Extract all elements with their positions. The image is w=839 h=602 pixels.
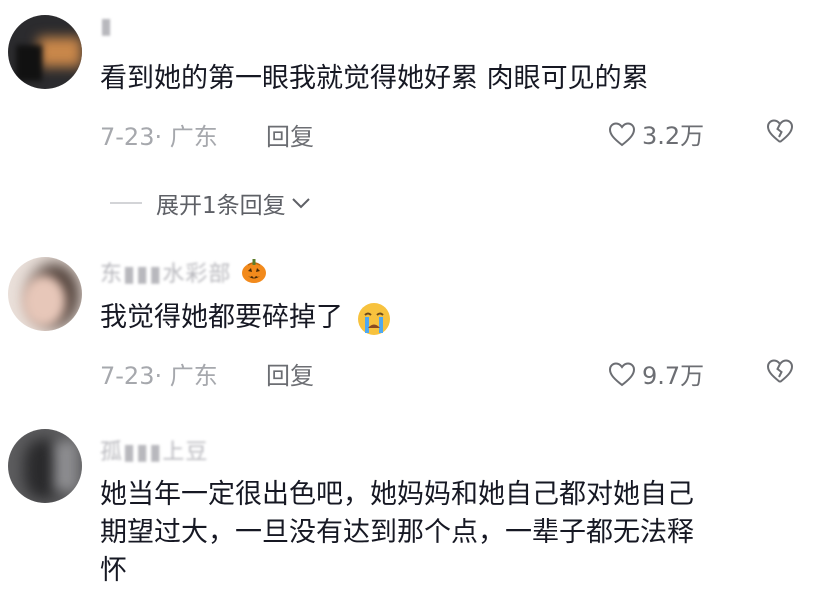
username[interactable]: 东▮▮▮水彩部 xyxy=(100,256,231,288)
heart-outline-icon xyxy=(608,121,636,146)
divider-line xyxy=(110,202,142,204)
username[interactable]: 孤▮▮▮上豆 xyxy=(100,434,208,466)
like-button[interactable]: 3.2万 xyxy=(608,116,704,151)
like-count: 9.7万 xyxy=(642,362,705,390)
comment-text-line: 期望过大，一旦没有达到那个点，一辈子都无法释 xyxy=(100,517,694,548)
comment-text-body: 我觉得她都要碎掉了 xyxy=(100,302,343,333)
username-text: 东▮▮▮水彩部 xyxy=(100,262,232,287)
like-button[interactable]: 9.7万 xyxy=(608,356,704,391)
like-count: 3.2万 xyxy=(642,122,705,150)
comment-text: 看到她的第一眼我就觉得她好累 肉眼可见的累 xyxy=(100,63,649,94)
comment-text: 她当年一定很出色吧，她妈妈和她自己都对她自己 期望过大，一旦没有达到那个点，一辈… xyxy=(100,476,800,590)
broken-heart-icon[interactable] xyxy=(765,117,795,145)
avatar[interactable] xyxy=(8,257,82,331)
chevron-down-icon xyxy=(291,198,310,209)
avatar[interactable] xyxy=(8,15,82,89)
date-location: 7-23· 广东 xyxy=(100,123,218,151)
comment-text-line: 怀 xyxy=(100,555,127,586)
expand-replies-label: 展开1条回复 xyxy=(156,193,286,219)
pumpkin-emoji xyxy=(242,259,266,283)
date-location: 7-23· 广东 xyxy=(100,362,218,390)
comment-text-line: 她当年一定很出色吧，她妈妈和她自己都对她自己 xyxy=(100,479,694,510)
crying-face-emoji xyxy=(357,302,390,335)
reply-button[interactable]: 回复 xyxy=(266,117,314,152)
comment-text: 我觉得她都要碎掉了 xyxy=(100,299,800,337)
reply-button[interactable]: 回复 xyxy=(266,356,314,391)
expand-replies-button[interactable]: 展开1条回复 xyxy=(110,186,312,220)
broken-heart-icon[interactable] xyxy=(765,357,795,385)
heart-outline-icon xyxy=(608,361,636,386)
username[interactable]: ▮ xyxy=(100,14,113,39)
avatar[interactable] xyxy=(8,429,82,503)
